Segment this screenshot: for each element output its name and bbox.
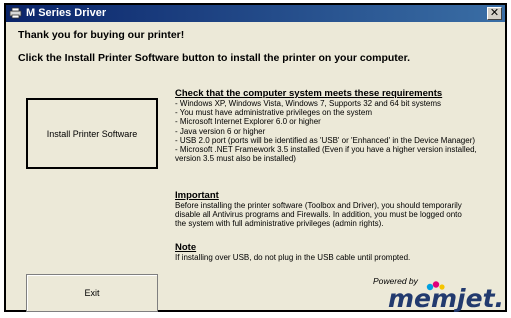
requirements-section: Check that the computer system meets the… [175,88,505,163]
install-printer-software-button[interactable]: Install Printer Software [26,98,158,169]
important-section: Important Before installing the printer … [175,190,505,229]
note-section: Note If installing over USB, do not plug… [175,242,505,262]
requirement-line: - You must have administrative privilege… [175,108,372,118]
note-line: If installing over USB, do not plug in t… [175,253,411,262]
install-button-label: Install Printer Software [46,128,138,139]
requirement-line: - Java version 6 or higher [175,126,266,136]
close-button[interactable]: ✕ [487,7,502,20]
window-title: M Series Driver [26,7,107,19]
requirement-line: version 3.5 must also be installed) [175,154,296,164]
installer-window: M Series Driver ✕ Thank you for buying o… [4,3,507,313]
exit-button-label: Exit [84,288,100,298]
memjet-logo: Powered by memjet. [344,276,504,314]
printer-icon [9,7,22,19]
note-title: Note [175,242,197,253]
exit-button[interactable]: Exit [26,274,158,312]
requirement-line: - USB 2.0 port (ports will be identified… [175,135,476,145]
requirement-line: - Microsoft .NET Framework 3.5 installed… [175,145,477,155]
requirement-line: - Windows XP, Windows Vista, Windows 7, … [175,99,442,108]
important-line: the system with full administrative priv… [175,219,384,229]
requirement-line: - Microsoft Internet Explorer 6.0 or hig… [175,117,321,127]
important-line: disable all Antivirus programs and Firew… [175,210,462,220]
instruction-text: Click the Install Printer Software butto… [18,52,411,64]
important-title: Important [175,190,219,201]
memjet-brand-text: memjet. [388,284,505,313]
title-bar[interactable]: M Series Driver ✕ [6,5,505,22]
requirements-title: Check that the computer system meets the… [175,88,443,99]
thank-you-text: Thank you for buying our printer! [18,29,185,41]
close-icon: ✕ [489,7,500,19]
window-client-area: Thank you for buying our printer! Click … [6,22,505,313]
important-line: Before installing the printer software (… [175,201,462,210]
